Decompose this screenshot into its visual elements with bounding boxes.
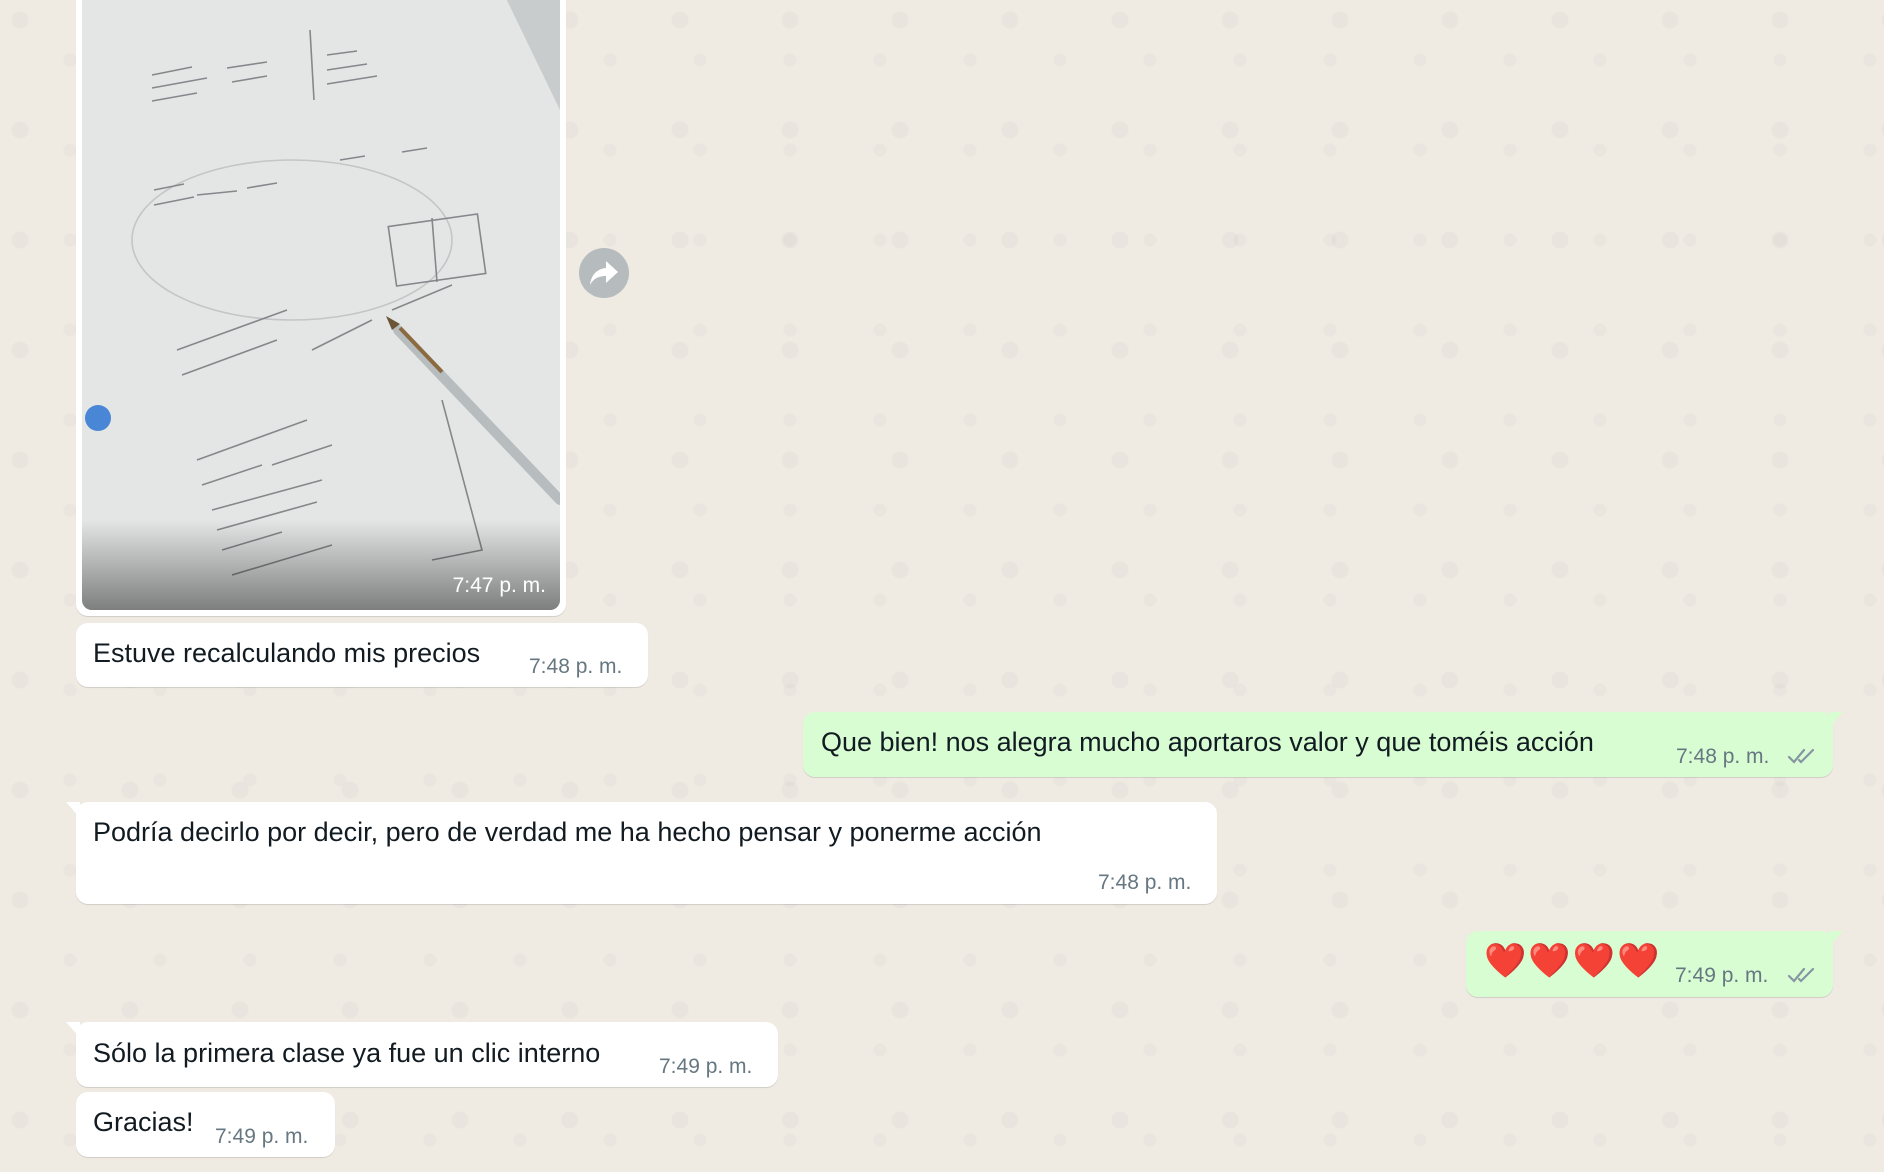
message-time: 7:48 p. m. <box>1676 745 1770 768</box>
message-time: 7:49 p. m. <box>1675 964 1769 987</box>
message-text: Estuve recalculando mis precios <box>93 638 481 668</box>
message-time: 7:48 p. m. <box>529 655 623 678</box>
forward-icon <box>590 261 618 285</box>
message-incoming[interactable]: Sólo la primera clase ya fue un clic int… <box>66 1022 778 1087</box>
message-incoming[interactable]: Podría decirlo por decir, pero de verdad… <box>66 802 1217 904</box>
message-text: Gracias! <box>93 1107 194 1137</box>
photo-handwritten-notes[interactable]: 7:47 p. m. <box>82 0 560 610</box>
image-message-time: 7:47 p. m. <box>452 574 546 597</box>
read-receipt-icon <box>1787 748 1815 764</box>
message-time: 7:49 p. m. <box>659 1055 753 1078</box>
message-outgoing[interactable]: Que bien! nos alegra mucho aportaros val… <box>803 712 1843 777</box>
message-incoming[interactable]: Estuve recalculando mis precios 7:48 p. … <box>76 623 648 687</box>
message-text: Que bien! nos alegra mucho aportaros val… <box>821 727 1594 757</box>
message-text-hearts: ❤️❤️❤️❤️ <box>1484 942 1662 980</box>
notes-sketch <box>82 0 560 610</box>
message-text: Sólo la primera clase ya fue un clic int… <box>93 1038 601 1068</box>
read-receipt-icon <box>1787 967 1815 983</box>
message-time: 7:49 p. m. <box>215 1125 309 1148</box>
forward-button[interactable] <box>579 248 629 298</box>
image-message[interactable]: 7:47 p. m. <box>76 0 566 616</box>
message-text: Podría decirlo por decir, pero de verdad… <box>93 817 1042 847</box>
message-time: 7:48 p. m. <box>1098 871 1192 894</box>
message-incoming[interactable]: Gracias! 7:49 p. m. <box>76 1092 335 1157</box>
message-outgoing[interactable]: ❤️❤️❤️❤️ 7:49 p. m. <box>1466 931 1843 997</box>
